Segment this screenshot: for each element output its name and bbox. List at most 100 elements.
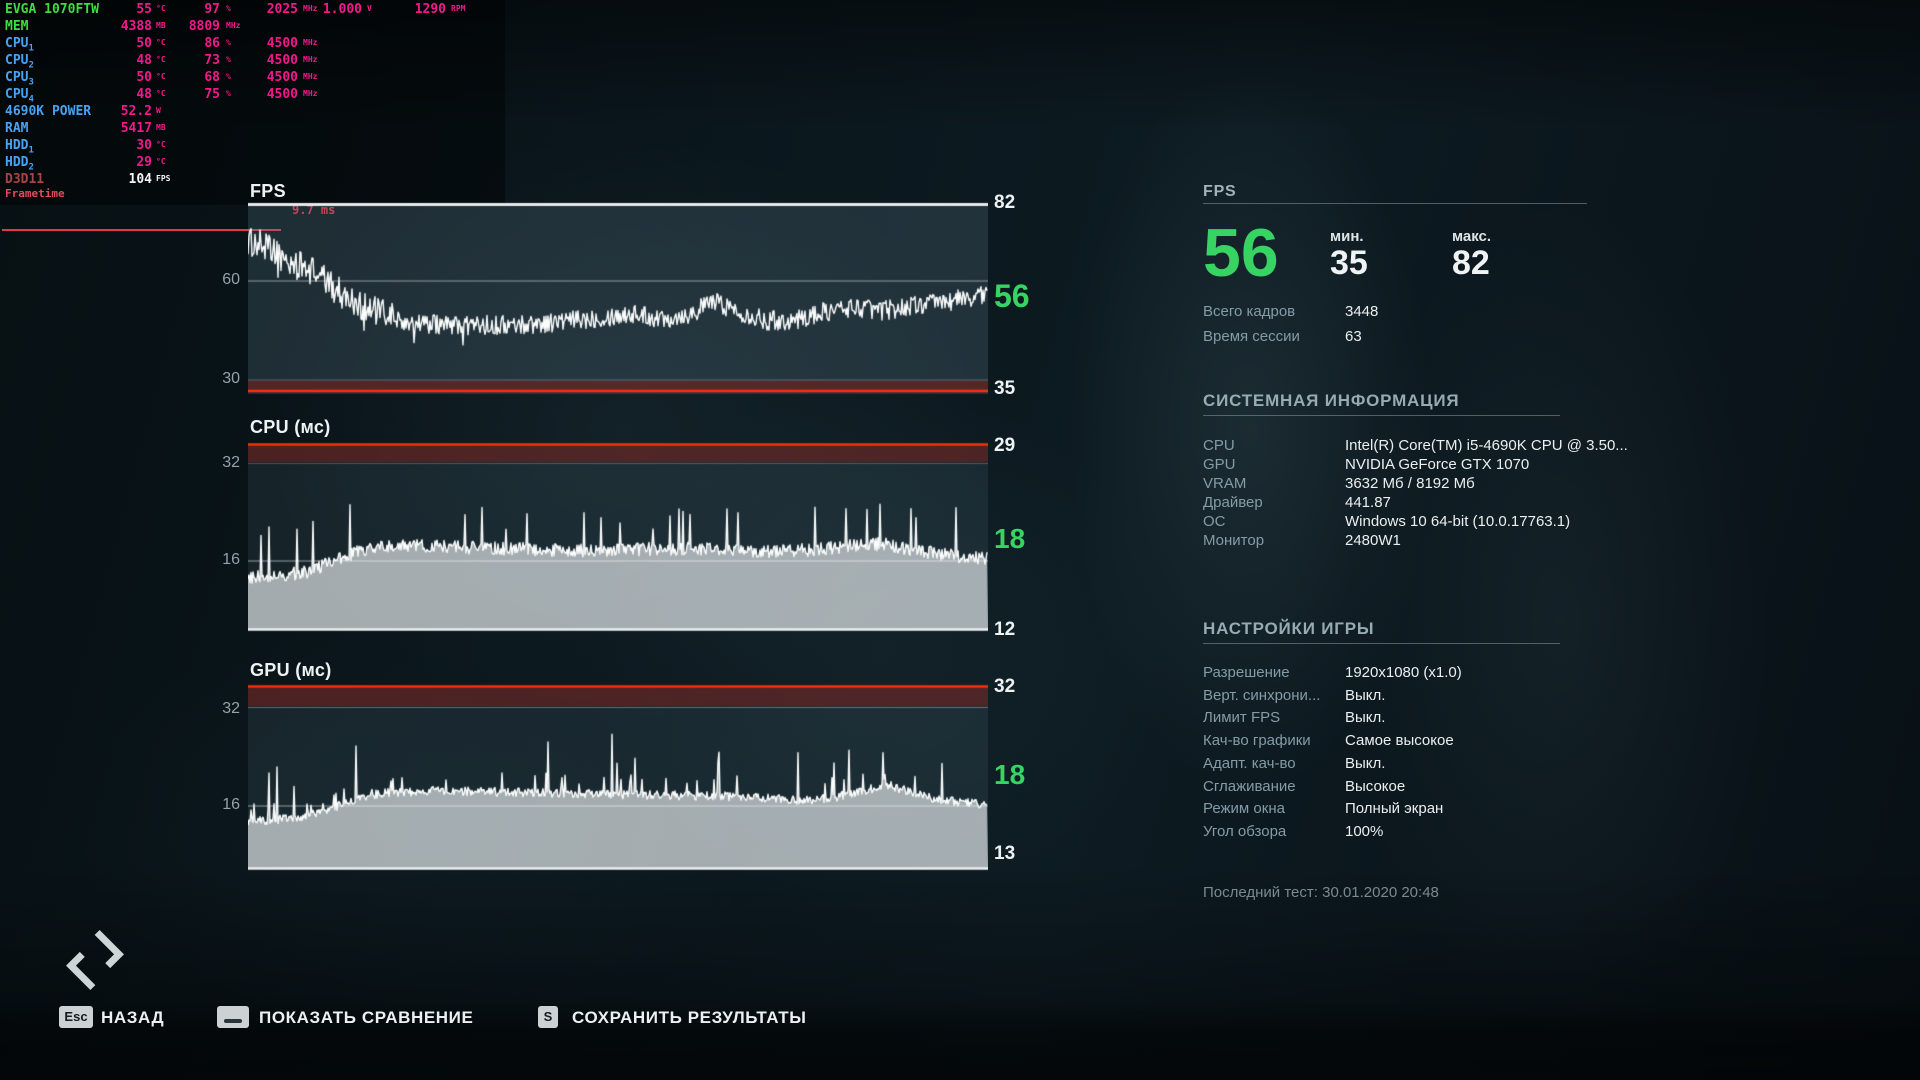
system-info-header: СИСТЕМНАЯ ИНФОРМАЦИЯ [1203, 391, 1460, 410]
osd-row-hdd2: HDD2 29 °C [5, 155, 166, 173]
osd-sensor-label: RAM [5, 121, 29, 136]
osd-row-cpu1: CPU1 50 °C 86% 4500 MHz [5, 37, 317, 54]
osd-row-evga-1070ftw: EVGA 1070FTW 55 °C 97% 2025 MHz 1.000 V 1290 RPM [5, 3, 465, 18]
osd-value: 4500 [266, 36, 298, 51]
cpu-axis-label-right: 12 [994, 619, 1016, 640]
system-info-value: 441.87 [1345, 494, 1391, 511]
fps-axis-label-left: 30 [222, 370, 240, 387]
min-fps-value: 35 [1330, 244, 1368, 282]
min-fps-label: мин. [1330, 228, 1364, 245]
game-setting-value: Самое высокое [1345, 732, 1454, 749]
fps-stat-value: 3448 [1345, 303, 1379, 320]
osd-value: 29 [136, 155, 152, 170]
section-divider [1203, 203, 1587, 204]
osd-unit: °C [156, 140, 166, 149]
fps-stat-label: Время сессии [1203, 328, 1300, 345]
osd-sensor-label: CPU2 [5, 53, 34, 71]
spacebar-glyph [224, 1019, 242, 1023]
action-save-results[interactable]: СОХРАНИТЬ РЕЗУЛЬТАТЫ [572, 1008, 807, 1028]
osd-row-d3d11: D3D11 104 FPS [5, 173, 170, 188]
osd-sensor-label: Frametime [5, 187, 65, 200]
cpu-axis-label-right: 29 [994, 435, 1016, 456]
cpu-axis-label-left: 32 [222, 454, 240, 471]
section-divider [1203, 643, 1560, 644]
s-key-icon[interactable]: S [538, 1006, 558, 1028]
cpu-axis-label-right: 18 [994, 522, 1026, 554]
system-info-label: ОС [1203, 513, 1226, 530]
osd-unit: RPM [451, 4, 466, 13]
osd-value: 5417 [120, 121, 152, 136]
osd-value: 4500 [266, 70, 298, 85]
osd-sensor-label: HDD2 [5, 155, 34, 173]
last-test-timestamp: Последний тест: 30.01.2020 20:48 [1203, 884, 1439, 901]
cpu-chart-title: CPU (мс) [250, 417, 331, 437]
gpu-axis-label-left: 32 [222, 700, 240, 717]
osd-value: 30 [136, 138, 152, 153]
game-setting-value: Выкл. [1345, 687, 1386, 704]
action-back[interactable]: НАЗАД [101, 1008, 164, 1028]
osd-unit: MB [156, 123, 166, 132]
system-info-value: 2480W1 [1345, 532, 1401, 549]
osd-row-mem: MEM 4388 MB 8809 MHz [5, 20, 240, 35]
game-setting-value: 1920x1080 (x1.0) [1345, 664, 1462, 681]
osd-sensor-label: CPU3 [5, 70, 34, 88]
max-fps-label: макс. [1452, 228, 1492, 245]
action-show-comparison[interactable]: ПОКАЗАТЬ СРАВНЕНИЕ [259, 1008, 473, 1028]
benchmark-charts-canvas [248, 195, 988, 885]
fps-axis-label-left: 60 [222, 271, 240, 288]
esc-key-icon[interactable]: Esc [59, 1006, 93, 1028]
game-settings-header: НАСТРОЙКИ ИГРЫ [1203, 619, 1375, 638]
cpu-axis-label-left: 16 [222, 551, 240, 568]
osd-value: 4500 [266, 53, 298, 68]
osd-value: 1290 [414, 2, 446, 17]
spacebar-key-icon[interactable] [217, 1006, 249, 1028]
system-info-label: VRAM [1203, 475, 1247, 492]
osd-row-cpu3: CPU3 50 °C 68% 4500 MHz [5, 70, 317, 88]
game-setting-label: Режим окна [1203, 800, 1285, 817]
game-setting-value: Высокое [1345, 778, 1406, 795]
fps-stat-label: Всего кадров [1203, 303, 1296, 320]
fps-axis-label-right: 56 [994, 278, 1030, 315]
section-divider [1203, 415, 1560, 416]
game-setting-label: Адапт. кач-во [1203, 755, 1296, 772]
osd-value: 104 [128, 172, 152, 187]
osd-value: 4500 [266, 87, 298, 102]
afterburner-osd: EVGA 1070FTW 55 °C 97% 2025 MHz 1.000 V 1290 RPM M… [0, 0, 505, 205]
osd-unit: MHz [303, 72, 318, 81]
osd-row-hdd1: HDD1 30 °C [5, 138, 166, 156]
gpu-axis-label-right: 32 [994, 676, 1016, 697]
game-setting-value: 100% [1345, 823, 1384, 840]
fps-axis-label-right: 35 [994, 378, 1016, 399]
osd-unit: W [156, 106, 161, 115]
game-setting-value: Выкл. [1345, 755, 1386, 772]
osd-sensor-label: CPU4 [5, 87, 34, 105]
system-info-value: Windows 10 64-bit (10.0.17763.1) [1345, 513, 1571, 530]
osd-row-frametime: Frametime [5, 187, 65, 202]
system-info-label: Драйвер [1203, 494, 1263, 511]
gpu-chart-title: GPU (мс) [250, 660, 332, 680]
gpu-axis-label-right: 18 [994, 758, 1026, 790]
fps-stat-value: 63 [1345, 328, 1362, 345]
game-setting-label: Сглаживание [1203, 778, 1296, 795]
osd-value: 8809 [188, 19, 220, 34]
gpu-axis-label-right: 13 [994, 843, 1016, 864]
osd-sensor-label: HDD1 [5, 138, 34, 156]
osd-row-cpu2: CPU2 48 °C 73% 4500 MHz [5, 53, 317, 71]
system-info-value: Intel(R) Core(TM) i5-4690K CPU @ 3.50... [1345, 437, 1628, 454]
osd-row-4690k-power: 4690K POWER 52.2 W [5, 105, 161, 120]
fps-chart-title: FPS [250, 181, 286, 201]
game-setting-label: Кач-во графики [1203, 732, 1311, 749]
fps-section-header: FPS [1203, 183, 1237, 200]
max-fps-value: 82 [1452, 244, 1490, 282]
osd-unit: °C [156, 157, 166, 166]
osd-unit: MHz [303, 89, 318, 98]
osd-unit: MHz [303, 55, 318, 64]
osd-unit: MHz [303, 38, 318, 47]
system-info-label: CPU [1203, 437, 1235, 454]
system-info-label: GPU [1203, 456, 1236, 473]
system-info-value: 3632 Мб / 8192 Мб [1345, 475, 1475, 492]
fps-axis-label-right: 82 [994, 192, 1016, 213]
osd-unit: MHz [226, 21, 241, 30]
benchmark-loop-icon [66, 929, 124, 991]
system-info-label: Монитор [1203, 532, 1265, 549]
